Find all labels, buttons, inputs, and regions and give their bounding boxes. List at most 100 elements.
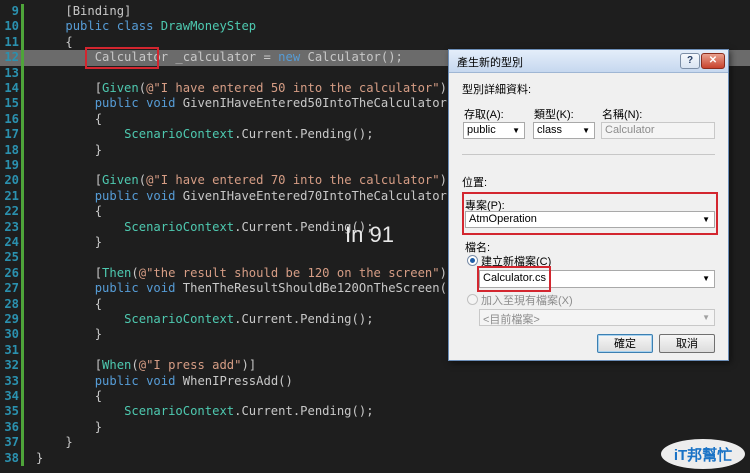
code-text: { <box>36 112 102 127</box>
code-text: [Given(@"I have entered 70 into the calc… <box>36 173 455 188</box>
code-line[interactable]: 37 } <box>0 435 750 451</box>
code-token: .Current.Pending(); <box>234 404 374 419</box>
change-indicator-bar <box>21 219 24 235</box>
code-line[interactable]: 36 } <box>0 419 750 436</box>
code-token: @"I have entered 70 into the calculator" <box>146 173 440 188</box>
chevron-down-icon: ▼ <box>512 126 520 135</box>
svg-text:iT邦幫忙: iT邦幫忙 <box>674 446 732 464</box>
line-number: 19 <box>4 158 19 172</box>
line-number: 17 <box>4 127 19 142</box>
change-indicator-bar <box>21 327 24 343</box>
change-indicator-bar <box>21 4 24 20</box>
code-token: When <box>102 358 132 373</box>
code-text: [When(@"I press add")] <box>36 358 256 373</box>
dialog-title: 產生新的型別 <box>457 57 523 69</box>
code-text: [Then(@"the result should be 120 on the … <box>36 265 455 281</box>
line-number: 34 <box>4 389 19 403</box>
line-number: 9 <box>11 4 19 18</box>
code-text: [Binding] <box>36 4 131 19</box>
line-number: 37 <box>4 435 19 450</box>
code-line[interactable]: 35 ScenarioContext.Current.Pending(); <box>0 404 750 420</box>
code-token: } <box>36 450 44 465</box>
existing-file-select[interactable]: <目前檔案> ▼ <box>479 309 715 326</box>
code-token: Then <box>102 265 132 280</box>
line-number: 36 <box>4 419 19 434</box>
code-line[interactable]: 34 { <box>0 389 750 405</box>
code-text: public class DrawMoneyStep <box>36 19 256 34</box>
add-existing-file-radio[interactable] <box>467 294 478 305</box>
line-number: 32 <box>4 358 19 373</box>
code-token: public void <box>94 96 183 111</box>
calculator-highlight-box <box>85 47 159 69</box>
code-token: Calculator(); <box>307 50 403 65</box>
code-token: public void <box>94 281 183 296</box>
code-line[interactable]: 10 public class DrawMoneyStep <box>0 19 750 35</box>
change-indicator-bar <box>21 19 24 35</box>
code-token: { <box>36 34 73 49</box>
code-text: [Given(@"I have entered 50 into the calc… <box>36 81 455 96</box>
code-token: { <box>36 389 103 403</box>
cancel-button[interactable]: 取消 <box>659 334 715 353</box>
line-number: 28 <box>4 296 19 311</box>
line-number: 22 <box>4 204 19 219</box>
code-token: ( <box>131 265 139 280</box>
code-token: _calculator = <box>168 50 279 65</box>
line-number: 31 <box>4 342 19 357</box>
access-select[interactable]: public ▼ <box>463 122 525 139</box>
help-button[interactable]: ? <box>680 53 700 69</box>
kind-select[interactable]: class ▼ <box>533 122 595 139</box>
code-text: ScenarioContext.Current.Pending(); <box>36 127 374 142</box>
change-indicator-bar <box>21 50 24 66</box>
code-text: { <box>36 204 102 219</box>
code-token: ( <box>131 358 139 373</box>
overlay-text: In 91 <box>345 222 394 247</box>
change-indicator-bar <box>21 127 24 143</box>
code-token: WhenIPressAdd() <box>182 373 293 388</box>
ok-button[interactable]: 確定 <box>597 334 653 353</box>
code-text: public void GivenIHaveEntered50IntoTheCa… <box>36 96 462 111</box>
code-text: public void WhenIPressAdd() <box>36 374 293 389</box>
existing-file-value: <目前檔案> <box>483 314 540 326</box>
code-text: ScenarioContext.Current.Pending(); <box>36 312 373 327</box>
code-token: } <box>36 419 103 434</box>
code-token: public void <box>94 188 183 203</box>
name-label: 名稱(N): <box>602 109 643 121</box>
add-existing-file-label: 加入至現有檔案(X) <box>481 295 573 307</box>
code-token: [ <box>36 173 103 188</box>
change-indicator-bar <box>21 188 24 205</box>
code-line[interactable]: 38} <box>0 450 750 466</box>
code-text: public void GivenIHaveEntered70IntoTheCa… <box>36 189 462 204</box>
code-text: } <box>36 420 102 435</box>
code-line[interactable]: 33 public void WhenIPressAdd() <box>0 373 750 389</box>
code-token: Given <box>102 81 139 95</box>
divider <box>462 154 715 155</box>
code-token: GivenIHaveEntered50IntoTheCalculator() <box>182 96 462 111</box>
code-token: public void <box>94 373 183 388</box>
access-label: 存取(A): <box>464 109 504 121</box>
code-token: } <box>36 327 103 342</box>
close-button[interactable]: ✕ <box>701 53 725 69</box>
line-number: 29 <box>4 312 19 326</box>
code-text: { <box>36 297 102 312</box>
line-number: 12 <box>4 50 19 65</box>
change-indicator-bar <box>21 419 24 436</box>
line-number: 14 <box>4 81 19 95</box>
radio-selected-dot <box>470 258 475 263</box>
line-number: 33 <box>4 373 19 388</box>
code-token: .Current.Pending(); <box>234 127 374 142</box>
code-token: ThenTheResultShouldBe120OnTheScreen() <box>182 281 455 296</box>
code-line[interactable]: 9 [Binding] <box>0 4 750 20</box>
code-token: )] <box>241 358 257 373</box>
code-token: } <box>36 235 103 249</box>
code-token: [ <box>36 358 103 373</box>
code-token: { <box>36 296 103 311</box>
create-new-file-radio[interactable] <box>467 255 478 266</box>
change-indicator-bar <box>21 158 24 174</box>
change-indicator-bar <box>21 173 24 189</box>
line-number: 13 <box>4 65 19 80</box>
